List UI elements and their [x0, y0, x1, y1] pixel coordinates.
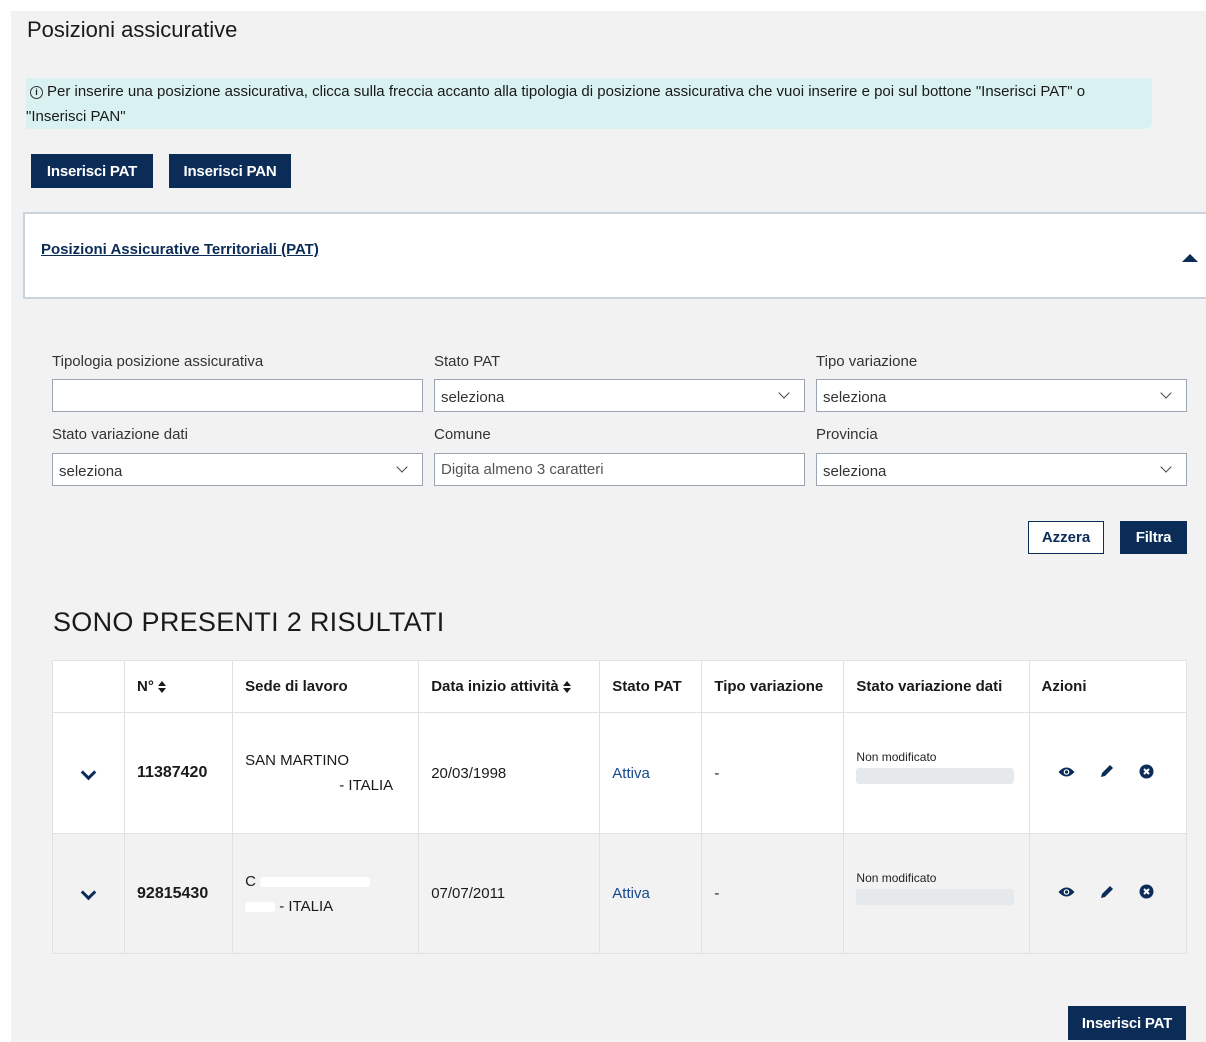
stato-var-cell: Non modificato [843, 712, 1030, 834]
stato-var-bar [856, 768, 1015, 784]
expand-cell[interactable] [51, 712, 126, 834]
stato-var-bar [856, 888, 1015, 905]
tipo-cell: - [701, 833, 845, 954]
data-cell: 07/07/2011 [418, 833, 601, 954]
redacted-block [245, 901, 276, 912]
insert-pat-button[interactable]: Inserisci PAT [31, 154, 153, 188]
col-tipo-variazione: Tipo variazione [701, 660, 845, 713]
tipo-variazione-label: Tipo variazione [816, 353, 918, 370]
edit-pencil-icon[interactable] [1099, 884, 1115, 904]
close-circle-icon[interactable] [1139, 884, 1154, 903]
insert-pan-button[interactable]: Inserisci PAN [169, 154, 291, 188]
stato-pat-label: Stato PAT [434, 353, 501, 370]
edit-pencil-icon[interactable] [1099, 763, 1115, 783]
chevron-down-icon [1160, 387, 1172, 399]
chevron-down-icon [1160, 461, 1172, 473]
reset-button[interactable]: Azzera [1028, 521, 1104, 554]
insert-pat-bottom-button[interactable]: Inserisci PAT [1068, 1006, 1186, 1040]
pat-accordion-title[interactable]: Posizioni Assicurative Territoriali (PAT… [41, 241, 319, 258]
col-data-label: Data inizio attività [431, 678, 559, 695]
tipo-variazione-select[interactable]: seleziona [816, 379, 1187, 412]
stato-var-text: Non modificato [856, 870, 937, 885]
stato-pat-select[interactable]: seleziona [434, 379, 805, 412]
info-text: Per inserire una posizione assicurativa,… [26, 83, 1086, 125]
stato-cell: Attiva [599, 712, 703, 834]
sede-cell: SAN MARTINO - ITALIA [232, 712, 420, 834]
col-numero[interactable]: N° [124, 660, 234, 713]
col-sede: Sede di lavoro [232, 660, 420, 713]
sede-line2: - ITALIA [279, 897, 334, 915]
col-stato-pat: Stato PAT [599, 660, 703, 713]
stato-variazione-select[interactable]: seleziona [52, 453, 423, 486]
comune-input[interactable]: Digita almeno 3 caratteri [434, 453, 805, 486]
chevron-down-icon[interactable] [80, 884, 97, 901]
stato-var-text: Non modificato [856, 750, 937, 764]
table-row: 11387420 SAN MARTINO - ITALIA 20/03/1998… [51, 712, 1187, 834]
stato-cell: Attiva [599, 833, 703, 954]
page-title: Posizioni assicurative [27, 17, 238, 42]
stato-pat-value: seleziona [441, 389, 505, 406]
col-data[interactable]: Data inizio attività [418, 660, 601, 713]
redacted-block [260, 876, 371, 887]
data-cell: 20/03/1998 [418, 712, 601, 834]
sede-line1: C [245, 872, 256, 890]
filter-button[interactable]: Filtra [1120, 521, 1187, 554]
stato-var-cell: Non modificato [843, 833, 1030, 954]
chevron-down-icon [778, 387, 790, 399]
eye-icon[interactable] [1058, 765, 1075, 782]
sort-icon[interactable] [562, 680, 572, 694]
actions-cell [1028, 833, 1187, 954]
results-table: N° Sede di lavoro Data inizio attività S… [51, 660, 1187, 954]
sort-icon[interactable] [157, 680, 167, 694]
col-numero-label: N° [137, 678, 154, 695]
tipo-cell: - [701, 712, 845, 834]
pat-accordion-header[interactable]: Posizioni Assicurative Territoriali (PAT… [23, 212, 1206, 299]
expand-cell[interactable] [51, 833, 126, 954]
sede-line1: SAN MARTINO [245, 752, 349, 769]
numero-cell: 11387420 [124, 712, 234, 834]
stato-variazione-value: seleziona [59, 463, 123, 480]
results-heading: SONO PRESENTI 2 RISULTATI [53, 607, 445, 637]
eye-icon[interactable] [1058, 885, 1075, 902]
tipo-variazione-value: seleziona [823, 389, 887, 406]
col-stato-variazione: Stato variazione dati [843, 660, 1030, 713]
comune-label: Comune [434, 426, 491, 443]
provincia-label: Provincia [816, 426, 878, 443]
close-circle-icon[interactable] [1139, 764, 1154, 783]
provincia-value: seleziona [823, 463, 887, 480]
table-row: 92815430 C - ITALIA 07/07/2011 Attiva - … [51, 833, 1187, 954]
info-icon: i [30, 86, 43, 99]
redacted-block [245, 781, 336, 792]
col-expand [51, 660, 126, 713]
tipologia-label: Tipologia posizione assicurativa [52, 353, 264, 370]
chevron-down-icon [396, 461, 408, 473]
sede-cell: C - ITALIA [232, 833, 420, 954]
chevron-down-icon[interactable] [80, 764, 97, 780]
numero-cell: 92815430 [124, 833, 234, 954]
stato-variazione-label: Stato variazione dati [52, 426, 188, 443]
col-azioni: Azioni [1028, 660, 1187, 713]
info-banner: i Per inserire una posizione assicurativa… [26, 78, 1152, 129]
tipologia-input[interactable] [52, 379, 423, 412]
page-container: Posizioni assicurative i Per inserire una… [11, 11, 1206, 1042]
sede-line2: - ITALIA [339, 777, 394, 794]
table-header-row: N° Sede di lavoro Data inizio attività S… [51, 660, 1187, 713]
actions-cell [1028, 712, 1187, 834]
provincia-select[interactable]: seleziona [816, 453, 1187, 486]
caret-up-icon[interactable] [1182, 254, 1198, 262]
